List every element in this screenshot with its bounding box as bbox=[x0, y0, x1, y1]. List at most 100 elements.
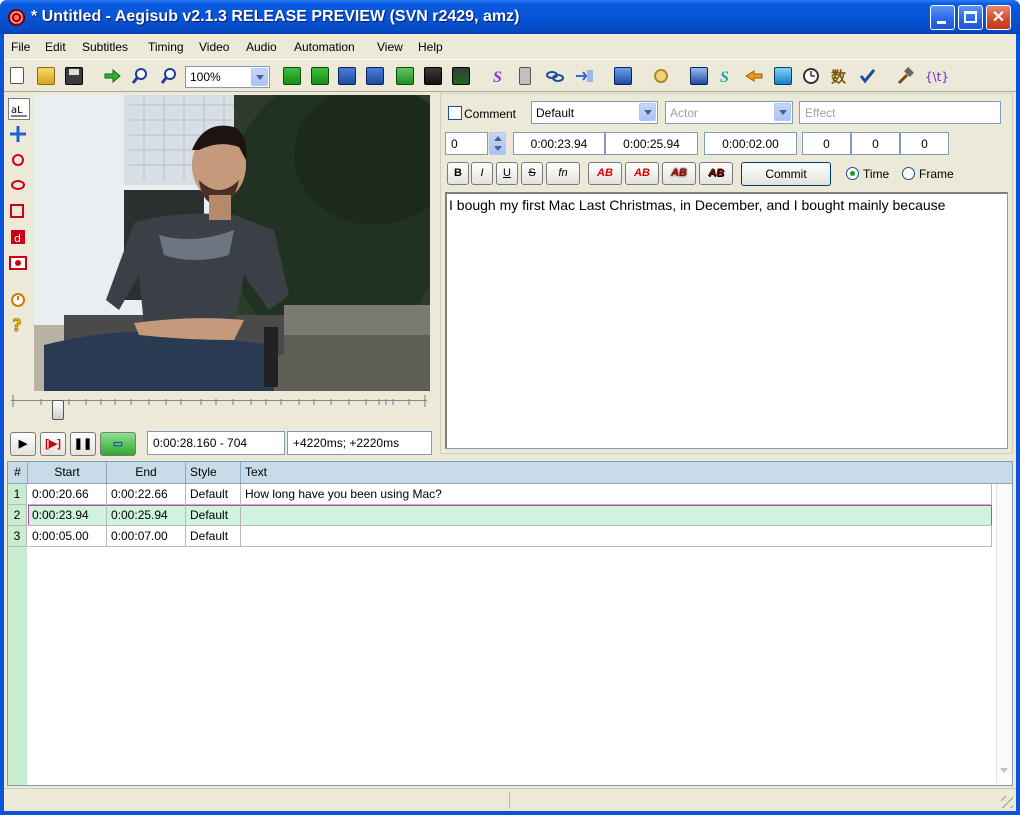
drag-tool-icon[interactable] bbox=[8, 124, 30, 146]
grid-header-number[interactable]: # bbox=[8, 462, 28, 484]
comment-checkbox[interactable] bbox=[448, 106, 462, 120]
fonts-collector-icon[interactable] bbox=[545, 67, 564, 85]
layer-spinner[interactable] bbox=[489, 132, 506, 155]
video-details-icon[interactable] bbox=[774, 67, 792, 85]
maximize-button[interactable] bbox=[958, 5, 983, 30]
snap-start-icon[interactable] bbox=[283, 67, 301, 85]
keyframe-icon[interactable] bbox=[424, 67, 442, 85]
grid-header-style[interactable]: Style bbox=[186, 462, 241, 484]
row-style-cell[interactable]: Default bbox=[186, 484, 241, 505]
shift-icon[interactable] bbox=[396, 67, 414, 85]
style-select[interactable]: Default bbox=[531, 101, 658, 124]
outline-color-button[interactable]: AB bbox=[662, 162, 696, 185]
row-start-cell[interactable]: 0:00:23.94 bbox=[28, 505, 107, 526]
attachments-icon[interactable] bbox=[519, 67, 531, 85]
video-end-icon[interactable] bbox=[366, 67, 384, 85]
row-start-cell[interactable]: 0:00:20.66 bbox=[28, 484, 107, 505]
menu-subtitles[interactable]: Subtitles bbox=[82, 40, 128, 54]
row-end-cell[interactable]: 0:00:22.66 bbox=[107, 484, 186, 505]
play-line-button[interactable]: [▶] bbox=[40, 432, 66, 456]
start-time-field[interactable]: 0:00:23.94 bbox=[513, 132, 605, 155]
subtitle-text-editor[interactable]: I bough my first Mac Last Christmas, in … bbox=[445, 192, 1008, 449]
open-folder-icon[interactable] bbox=[37, 67, 55, 85]
end-time-field[interactable]: 0:00:25.94 bbox=[605, 132, 698, 155]
pause-button[interactable]: ❚❚ bbox=[70, 432, 96, 456]
video-seek-slider[interactable] bbox=[8, 392, 432, 422]
translation-icon[interactable]: S bbox=[717, 67, 735, 86]
resample-icon[interactable] bbox=[614, 67, 632, 85]
secondary-color-button[interactable]: AB bbox=[625, 162, 659, 185]
row-text-cell[interactable]: How long have you been using Mac? bbox=[241, 484, 992, 505]
row-text-cell[interactable] bbox=[241, 505, 992, 526]
row-number[interactable]: 2 bbox=[8, 505, 27, 526]
menu-video[interactable]: Video bbox=[199, 40, 229, 54]
chevron-down-icon[interactable] bbox=[639, 103, 656, 121]
snap-end-icon[interactable] bbox=[311, 67, 329, 85]
menu-timing[interactable]: Timing bbox=[148, 40, 184, 54]
commit-button[interactable]: Commit bbox=[741, 162, 831, 186]
kanji-timer-icon[interactable] bbox=[690, 67, 708, 85]
font-button[interactable]: fn bbox=[546, 162, 580, 185]
video-time-field[interactable]: 0:00:28.160 - 704 bbox=[147, 431, 285, 455]
chevron-down-icon[interactable] bbox=[251, 68, 268, 86]
seek-thumb[interactable] bbox=[52, 400, 64, 420]
row-number[interactable]: 1 bbox=[8, 484, 27, 505]
zoom-select[interactable]: 100% bbox=[185, 66, 270, 88]
clock-icon[interactable] bbox=[802, 67, 820, 85]
row-end-cell[interactable]: 0:00:07.00 bbox=[107, 526, 186, 547]
video-offset-field[interactable]: +4220ms; +2220ms bbox=[287, 431, 432, 455]
row-style-cell[interactable]: Default bbox=[186, 505, 241, 526]
bold-button[interactable]: B bbox=[447, 162, 469, 185]
time-radio[interactable] bbox=[846, 167, 859, 180]
jump-to-icon[interactable] bbox=[103, 67, 121, 85]
row-end-cell[interactable]: 0:00:25.94 bbox=[107, 505, 186, 526]
timing-processor-icon[interactable] bbox=[652, 67, 670, 85]
grid-vertical-scrollbar[interactable] bbox=[996, 484, 1012, 783]
resize-grip-icon[interactable] bbox=[1001, 796, 1013, 808]
video-display[interactable] bbox=[34, 95, 430, 391]
check-icon[interactable] bbox=[858, 67, 876, 85]
zoom-in-icon[interactable] bbox=[131, 67, 149, 85]
help-question-icon[interactable]: ? bbox=[8, 314, 30, 337]
effect-field[interactable]: Effect bbox=[799, 101, 1001, 124]
minimize-button[interactable] bbox=[930, 5, 955, 30]
grid-header-start[interactable]: Start bbox=[28, 462, 107, 484]
style-manager-icon[interactable] bbox=[452, 67, 470, 85]
italic-button[interactable]: I bbox=[471, 162, 493, 185]
autoscroll-toggle[interactable]: ▭ bbox=[100, 432, 136, 456]
new-file-icon[interactable] bbox=[10, 67, 24, 84]
menu-view[interactable]: View bbox=[377, 40, 403, 54]
scroll-down-icon[interactable] bbox=[996, 760, 1012, 782]
close-button[interactable]: ✕ bbox=[986, 5, 1011, 30]
tags-icon[interactable]: {\t} bbox=[924, 67, 950, 85]
frame-radio[interactable] bbox=[902, 167, 915, 180]
menu-file[interactable]: File bbox=[11, 40, 30, 54]
strikeout-button[interactable]: S bbox=[521, 162, 543, 185]
kanji-icon[interactable]: 数 bbox=[830, 67, 848, 86]
menu-help[interactable]: Help bbox=[418, 40, 443, 54]
margin-right-field[interactable]: 0 bbox=[851, 132, 900, 155]
row-style-cell[interactable]: Default bbox=[186, 526, 241, 547]
options-hammer-icon[interactable] bbox=[896, 67, 914, 85]
subtitle-grid[interactable]: # Start End Style Text 1 0:00:20.66 0:00… bbox=[7, 461, 1013, 786]
scale-tool-icon[interactable] bbox=[8, 200, 30, 222]
rotate-z-tool-icon[interactable] bbox=[8, 149, 30, 171]
stopwatch-icon[interactable] bbox=[8, 288, 30, 310]
menu-automation[interactable]: Automation bbox=[294, 40, 355, 54]
menu-edit[interactable]: Edit bbox=[45, 40, 66, 54]
shadow-color-button[interactable]: AB bbox=[699, 162, 733, 185]
clip-tool-icon[interactable]: d bbox=[8, 227, 30, 249]
play-button[interactable]: ▶ bbox=[10, 432, 36, 456]
chevron-down-icon[interactable] bbox=[774, 103, 791, 121]
vector-clip-tool-icon[interactable] bbox=[8, 253, 30, 275]
title-bar[interactable]: * Untitled - Aegisub v2.1.3 RELEASE PREV… bbox=[0, 0, 1020, 34]
row-number[interactable]: 3 bbox=[8, 526, 27, 547]
zoom-out-icon[interactable] bbox=[160, 67, 178, 85]
row-text-cell[interactable] bbox=[241, 526, 992, 547]
spin-down-icon[interactable] bbox=[494, 146, 502, 151]
underline-button[interactable]: U bbox=[496, 162, 518, 185]
margin-vertical-field[interactable]: 0 bbox=[900, 132, 949, 155]
rotate-xy-tool-icon[interactable] bbox=[8, 174, 30, 196]
standard-tool-icon[interactable]: aL bbox=[8, 98, 30, 120]
menu-audio[interactable]: Audio bbox=[246, 40, 277, 54]
